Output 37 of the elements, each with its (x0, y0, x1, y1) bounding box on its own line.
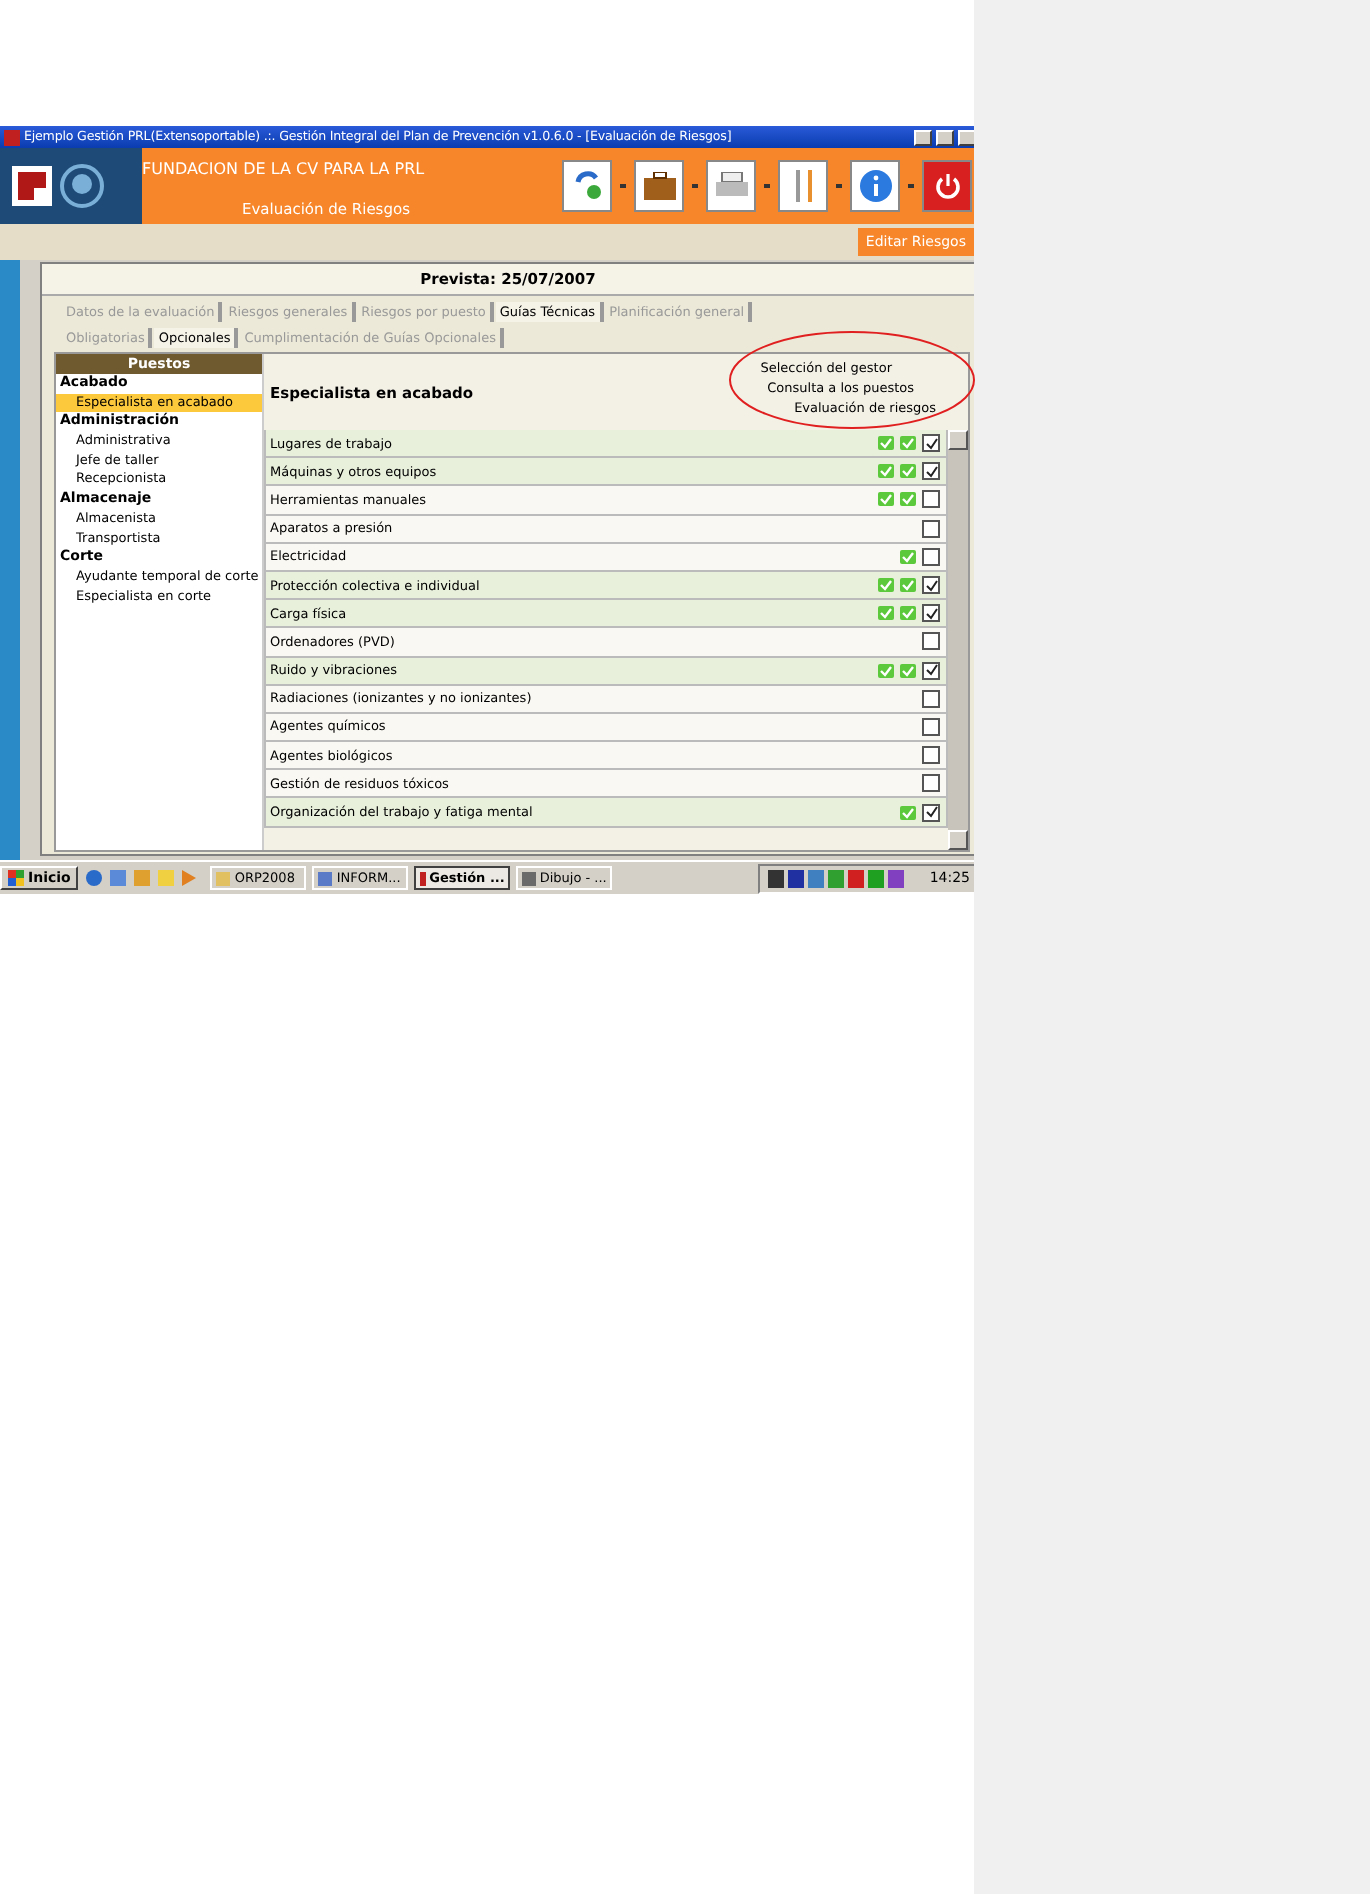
tools-button[interactable] (778, 160, 828, 212)
scrollbar[interactable] (948, 430, 968, 850)
briefcase-button[interactable] (634, 160, 684, 212)
checkbox[interactable] (922, 746, 940, 765)
checkbox[interactable] (922, 547, 940, 566)
checkbox[interactable] (922, 689, 940, 708)
app-icon (522, 871, 536, 885)
app-icon (4, 129, 20, 145)
refresh-button[interactable] (562, 160, 612, 212)
tray-icons[interactable] (767, 869, 908, 887)
restore-button[interactable] (936, 129, 954, 145)
app-icon (420, 871, 426, 885)
info-icon (859, 170, 891, 202)
checkbox[interactable] (922, 774, 940, 793)
checkbox[interactable] (922, 717, 940, 736)
briefcase-icon (643, 172, 675, 200)
windows-logo-icon (8, 870, 24, 886)
refresh-icon (571, 170, 603, 202)
info-button[interactable] (850, 160, 900, 212)
minimize-button[interactable] (914, 129, 932, 145)
checkbox[interactable] (922, 803, 940, 822)
app-icon (318, 871, 333, 885)
checkbox[interactable] (922, 604, 940, 623)
checkbox[interactable] (922, 490, 940, 509)
checkbox[interactable] (922, 632, 940, 651)
checkbox[interactable] (922, 519, 940, 538)
power-button[interactable] (922, 160, 972, 212)
printer-icon (715, 172, 747, 200)
checkbox[interactable] (922, 462, 940, 481)
organization-name: FUNDACION DE LA CV PARA LA PRL (142, 160, 427, 178)
app-icon (216, 871, 231, 885)
power-icon (933, 172, 961, 200)
checkbox[interactable] (922, 576, 940, 595)
logo-icon (12, 166, 52, 206)
checkbox[interactable] (922, 434, 940, 453)
checkbox[interactable] (922, 661, 940, 680)
print-button[interactable] (706, 160, 756, 212)
